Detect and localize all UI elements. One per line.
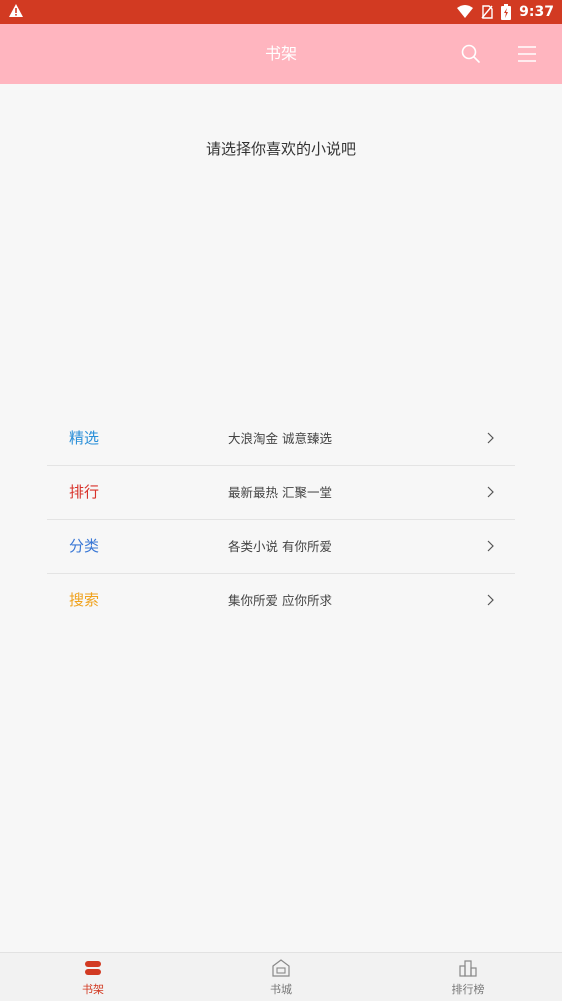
menu-item-desc: 各类小说 有你所爱	[228, 539, 332, 554]
menu-item-featured[interactable]: 精选 大浪淘金 诚意臻选	[47, 412, 515, 466]
menu-item-search[interactable]: 搜索 集你所爱 应你所求	[47, 574, 515, 627]
warning-icon	[9, 4, 23, 17]
menu-item-desc: 大浪淘金 诚意臻选	[228, 431, 332, 446]
bookshelf-icon	[85, 961, 101, 975]
no-sim-icon	[481, 5, 493, 19]
menu-item-ranking[interactable]: 排行 最新最热 汇聚一堂	[47, 466, 515, 520]
bookstore-icon	[272, 959, 290, 977]
menu-item-desc: 集你所爱 应你所求	[228, 593, 332, 608]
status-bar: 9:37	[0, 0, 562, 24]
chevron-right-icon	[487, 594, 494, 606]
tab-label: 书架	[82, 983, 104, 996]
tab-ranking[interactable]: 排行榜	[408, 953, 528, 1001]
chevron-right-icon	[487, 486, 494, 498]
search-icon[interactable]	[460, 43, 482, 65]
chevron-right-icon	[487, 432, 494, 444]
battery-icon	[501, 4, 512, 20]
tab-bookshelf[interactable]: 书架	[33, 953, 153, 1001]
wifi-icon	[457, 5, 474, 18]
ranking-icon	[459, 960, 477, 977]
tab-label: 排行榜	[451, 983, 485, 996]
chevron-right-icon	[487, 540, 494, 552]
tab-bookstore[interactable]: 书城	[221, 953, 341, 1001]
app-header: 书架	[0, 24, 562, 84]
select-prompt: 请选择你喜欢的小说吧	[205, 140, 356, 158]
category-menu: 精选 大浪淘金 诚意臻选 排行 最新最热 汇聚一堂 分类 各类小说 有你所爱 搜…	[47, 412, 515, 627]
menu-item-label: 搜索	[69, 591, 100, 609]
menu-item-label: 排行	[69, 483, 100, 501]
clock: 9:37	[519, 4, 554, 20]
menu-item-desc: 最新最热 汇聚一堂	[228, 485, 332, 500]
bottom-nav: 书架 书城 排行榜	[0, 952, 562, 1001]
menu-icon[interactable]	[515, 42, 539, 66]
menu-item-label: 精选	[69, 429, 100, 447]
tab-label: 书城	[270, 983, 292, 996]
menu-item-label: 分类	[69, 537, 100, 555]
menu-item-category[interactable]: 分类 各类小说 有你所爱	[47, 520, 515, 574]
